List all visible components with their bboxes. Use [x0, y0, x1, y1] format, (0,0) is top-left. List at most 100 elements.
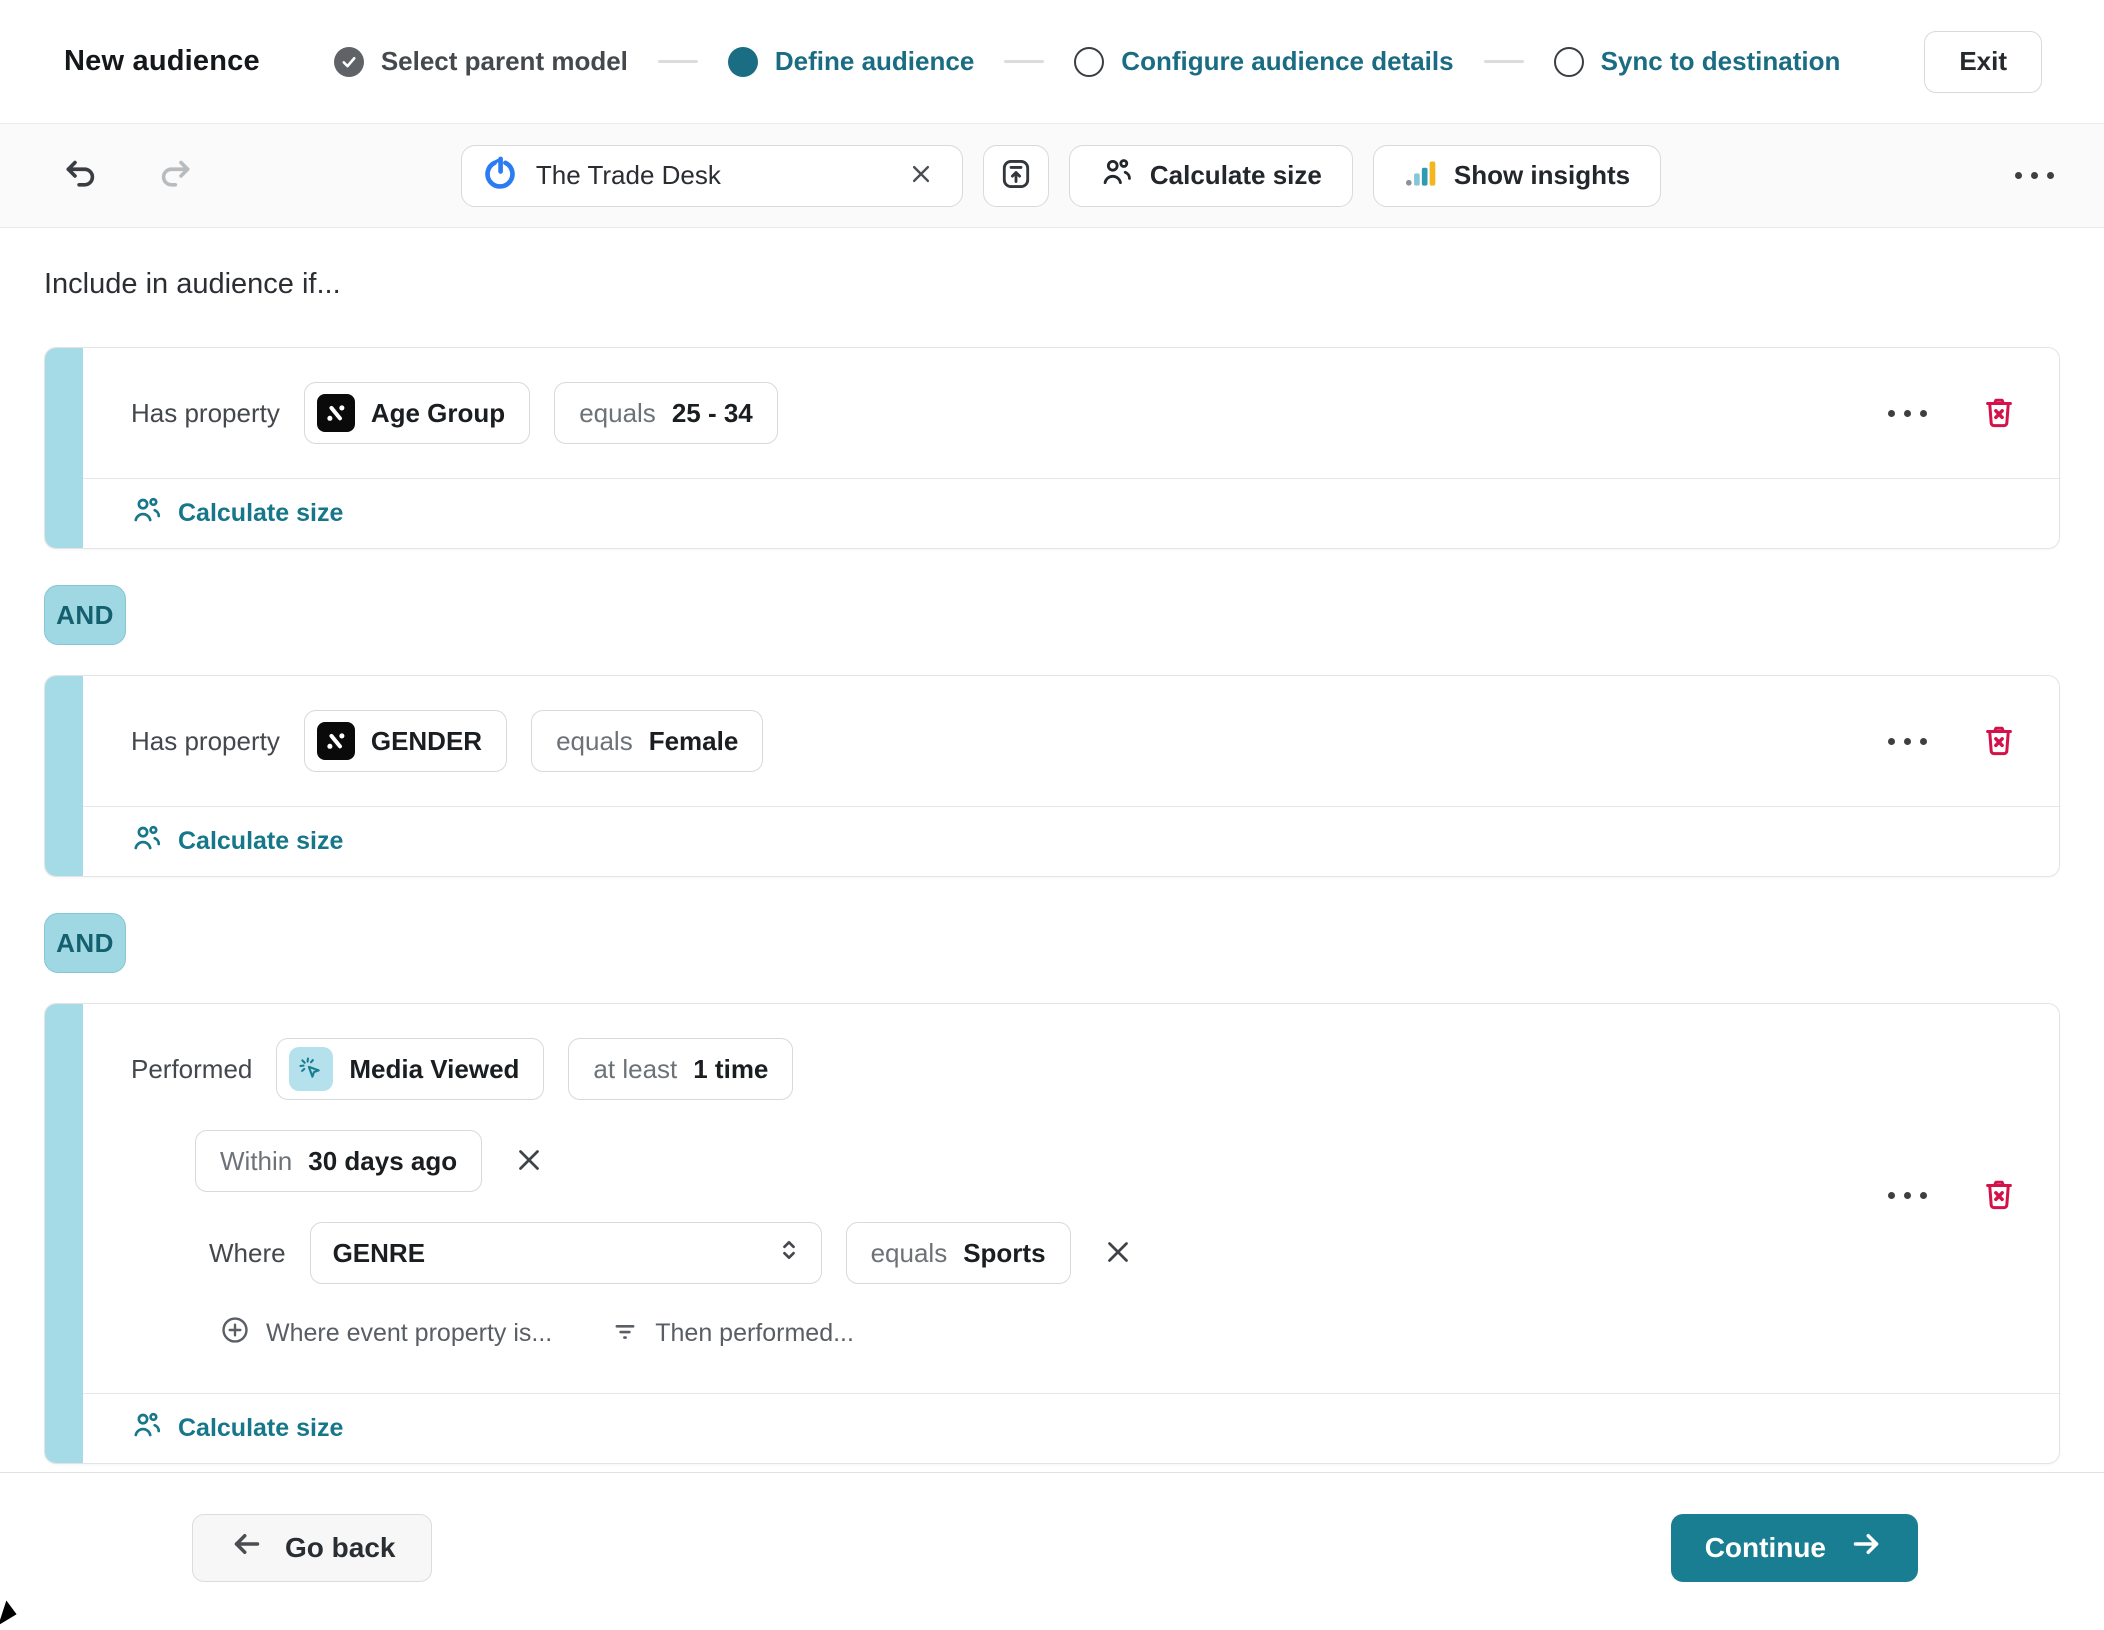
show-insights-button[interactable]: Show insights — [1373, 145, 1661, 207]
go-back-label: Go back — [285, 1532, 395, 1564]
selected-property: GENRE — [333, 1238, 425, 1269]
condition-card-media-viewed: Performed Media Viewed at least 1 time — [44, 1003, 2060, 1464]
operator-value: Female — [649, 726, 739, 757]
event-chip-media-viewed[interactable]: Media Viewed — [276, 1038, 544, 1100]
push-to-destination-button[interactable] — [983, 145, 1049, 207]
users-icon — [131, 494, 163, 533]
property-name: Age Group — [371, 398, 505, 429]
condition-accent-bar — [45, 348, 83, 548]
arrow-right-icon — [1848, 1526, 1884, 1569]
delete-condition-button[interactable] — [1977, 1172, 2021, 1219]
condition-menu-button[interactable] — [1878, 400, 1937, 427]
event-click-icon — [289, 1047, 333, 1091]
condition-accent-bar — [45, 1004, 83, 1463]
destination-combobox[interactable]: The Trade Desk — [461, 145, 963, 207]
delete-condition-button[interactable] — [1977, 718, 2021, 765]
clause-type-label: Has property — [131, 398, 280, 429]
close-icon — [512, 1143, 546, 1180]
model-source-icon — [317, 394, 355, 432]
frequency-operator: at least — [593, 1054, 677, 1085]
condition-menu-button[interactable] — [1878, 1182, 1937, 1209]
undo-redo-group — [58, 151, 461, 200]
clause-type-label: Performed — [131, 1054, 252, 1085]
wizard-stepper: Select parent model Define audience Conf… — [334, 46, 1889, 77]
close-icon — [906, 159, 936, 192]
step-define-audience[interactable]: Define audience — [728, 46, 974, 77]
push-destination-icon — [998, 156, 1034, 195]
condition-accent-bar — [45, 676, 83, 876]
include-heading: Include in audience if... — [44, 268, 2060, 301]
property-chip-age-group[interactable]: Age Group — [304, 382, 530, 444]
chevron-up-down-icon — [773, 1234, 805, 1273]
property-name: GENDER — [371, 726, 482, 757]
calculate-size-link[interactable]: Calculate size — [131, 1409, 343, 1448]
frequency-chip[interactable]: at least 1 time — [568, 1038, 793, 1100]
step-configure-audience-details[interactable]: Configure audience details — [1074, 46, 1453, 77]
operator-chip[interactable]: equals Female — [531, 710, 763, 772]
trash-icon — [1981, 1176, 2017, 1215]
condition-card-gender: Has property GENDER equals Female — [44, 675, 2060, 877]
step-label: Select parent model — [381, 46, 628, 77]
step-select-parent-model[interactable]: Select parent model — [334, 46, 628, 77]
step-active-dot-icon — [728, 47, 758, 77]
users-icon — [131, 1409, 163, 1448]
wizard-footer: Go back Continue — [0, 1472, 2104, 1622]
insights-bars-icon — [1404, 155, 1438, 196]
and-operator-chip[interactable]: AND — [44, 585, 126, 645]
calculate-size-label: Calculate size — [178, 827, 343, 856]
trade-desk-logo — [482, 155, 518, 196]
remove-time-window-button[interactable] — [506, 1137, 552, 1186]
step-empty-circle-icon — [1554, 47, 1584, 77]
condition-menu-button[interactable] — [1878, 728, 1937, 755]
arrow-left-icon — [229, 1526, 265, 1569]
calculate-size-link[interactable]: Calculate size — [131, 494, 343, 533]
where-operator-chip[interactable]: equals Sports — [846, 1222, 1071, 1284]
time-window-value: 30 days ago — [308, 1146, 457, 1177]
clause-type-label: Has property — [131, 726, 280, 757]
calculate-size-label: Calculate size — [178, 1414, 343, 1443]
clear-destination-button[interactable] — [900, 153, 942, 198]
exit-button[interactable]: Exit — [1924, 31, 2042, 93]
calculate-size-button[interactable]: Calculate size — [1069, 145, 1353, 207]
redo-icon — [156, 155, 194, 196]
where-label: Where — [209, 1238, 286, 1269]
step-label: Configure audience details — [1121, 46, 1453, 77]
step-separator — [658, 60, 698, 63]
operator-chip[interactable]: equals 25 - 34 — [554, 382, 778, 444]
where-value: Sports — [963, 1238, 1045, 1269]
condition-card-age-group: Has property Age Group equals 25 - 34 — [44, 347, 2060, 549]
time-window-chip[interactable]: Within 30 days ago — [195, 1130, 482, 1192]
toolbar-right — [1661, 162, 2064, 189]
operator-value: 25 - 34 — [672, 398, 753, 429]
step-sync-to-destination[interactable]: Sync to destination — [1554, 46, 1841, 77]
plus-circle-icon — [219, 1314, 251, 1353]
calculate-size-link[interactable]: Calculate size — [131, 822, 343, 861]
undo-button[interactable] — [58, 151, 104, 200]
step-separator — [1484, 60, 1524, 63]
calculate-size-label: Calculate size — [1150, 160, 1322, 191]
and-operator-chip[interactable]: AND — [44, 913, 126, 973]
continue-button[interactable]: Continue — [1671, 1514, 1918, 1582]
step-separator — [1004, 60, 1044, 63]
add-event-property-label: Where event property is... — [266, 1319, 552, 1348]
event-property-select[interactable]: GENRE — [310, 1222, 822, 1284]
users-icon — [131, 822, 163, 861]
step-empty-circle-icon — [1074, 47, 1104, 77]
remove-where-filter-button[interactable] — [1095, 1229, 1141, 1278]
go-back-button[interactable]: Go back — [192, 1514, 432, 1582]
step-label: Sync to destination — [1601, 46, 1841, 77]
step-completed-check-icon — [334, 47, 364, 77]
undo-icon — [62, 155, 100, 196]
add-event-property-filter-button[interactable]: Where event property is... — [219, 1314, 552, 1353]
frequency-value: 1 time — [693, 1054, 768, 1085]
trash-icon — [1981, 394, 2017, 433]
property-chip-gender[interactable]: GENDER — [304, 710, 507, 772]
operator-label: equals — [579, 398, 656, 429]
overflow-menu-button[interactable] — [2005, 162, 2064, 189]
time-window-operator: Within — [220, 1146, 292, 1177]
then-performed-button[interactable]: Then performed... — [610, 1315, 854, 1352]
redo-button[interactable] — [152, 151, 198, 200]
model-source-icon — [317, 722, 355, 760]
delete-condition-button[interactable] — [1977, 390, 2021, 437]
audience-builder-screen: New audience Select parent model Define … — [0, 0, 2104, 1622]
